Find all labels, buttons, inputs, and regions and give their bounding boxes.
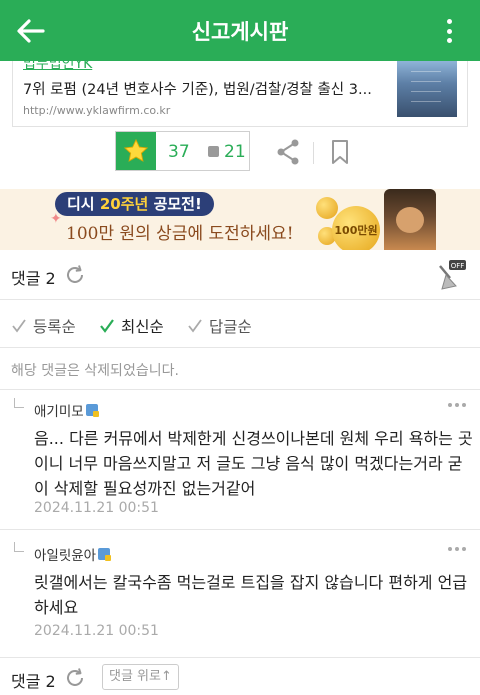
- sort-oldest[interactable]: 등록순: [11, 315, 76, 337]
- banner-top-label: 디시 20주년 공모전!: [55, 192, 214, 216]
- recommend-box: 37 21: [115, 131, 250, 171]
- ad-description: 7위 로펌 (24년 변호사수 기준), 법원/검찰/경찰 출신 3...: [23, 82, 372, 98]
- sort-newest[interactable]: 최신순: [99, 315, 164, 337]
- page-title: 신고게시판: [191, 20, 289, 44]
- comments-header: 댓글 2 OFF: [0, 250, 480, 300]
- scrap-icon[interactable]: [208, 146, 219, 157]
- ad-building-image: [397, 61, 457, 117]
- comment-count-label: 댓글 2: [11, 269, 56, 288]
- share-icon[interactable]: [275, 138, 301, 166]
- check-icon: [188, 319, 202, 333]
- comment-sort-bar: 등록순 최신순 답글순: [0, 300, 480, 348]
- banner-main-text: 100만 원의 상금에 도전하세요!: [66, 224, 294, 244]
- sort-replies[interactable]: 답글순: [187, 315, 252, 337]
- divider: [313, 142, 314, 164]
- ad-card[interactable]: 법무법인YK 7위 로펌 (24년 변호사수 기준), 법원/검찰/경찰 출신 …: [12, 61, 468, 127]
- comment-count-label: 댓글 2: [11, 672, 56, 691]
- reply-body: 릿갤에서는 칼국수좀 먹는걸로 트집을 잡지 않습니다 편하게 언급하세요: [34, 573, 468, 617]
- reply-indent-icon: [14, 398, 24, 408]
- sparkle-icon: ✦: [50, 211, 62, 227]
- reply-nickname[interactable]: 아일릿윤아: [34, 544, 112, 564]
- reply-item: 애기미모 음... 다른 커뮤에서 박제한게 신경쓰이나본데 원체 우리 욕하는…: [0, 390, 480, 530]
- coin-icon: [316, 197, 338, 219]
- app-header: 신고게시판: [0, 0, 480, 61]
- refresh-icon[interactable]: [64, 264, 86, 286]
- check-icon: [100, 319, 114, 333]
- star-icon: [123, 138, 149, 162]
- recommend-button[interactable]: [116, 132, 156, 170]
- banner-person-image: [384, 189, 436, 250]
- reply-more-icon[interactable]: [448, 547, 466, 551]
- ad-url: http://www.yklawfirm.co.kr: [23, 104, 171, 117]
- deleted-comment: 해당 댓글은 삭제되었습니다.: [0, 348, 480, 390]
- check-icon: [12, 319, 26, 333]
- reply-body: 음... 다른 커뮤에서 박제한게 신경쓰이나본데 원체 우리 욕하는 곳이니 …: [34, 429, 473, 498]
- reply-more-icon[interactable]: [448, 403, 466, 407]
- ad-headline[interactable]: 법무법인YK: [23, 61, 92, 73]
- member-badge-icon: [98, 548, 112, 561]
- scroll-to-comments-button[interactable]: 댓글 위로↑: [102, 664, 179, 690]
- more-menu-icon[interactable]: [436, 17, 462, 45]
- reply-timestamp: 2024.11.21 00:51: [34, 500, 159, 516]
- reply-timestamp: 2024.11.21 00:51: [34, 623, 159, 639]
- refresh-icon[interactable]: [64, 667, 86, 689]
- prize-coin: 100만원: [332, 206, 380, 250]
- broom-off-icon[interactable]: OFF: [436, 260, 466, 290]
- scrap-count: 21: [224, 142, 246, 162]
- svg-text:OFF: OFF: [451, 262, 465, 270]
- reply-indent-icon: [14, 542, 24, 552]
- reply-item: 아일릿윤아 릿갤에서는 칼국수좀 먹는걸로 트집을 잡지 않습니다 편하게 언급…: [0, 530, 480, 658]
- bookmark-icon[interactable]: [330, 139, 350, 165]
- recommend-count: 37: [168, 142, 190, 162]
- comments-footer: 댓글 2 댓글 위로↑: [0, 658, 480, 695]
- promo-banner[interactable]: 디시 20주년 공모전! ✦ 100만 원의 상금에 도전하세요! 100만원: [0, 189, 480, 250]
- reply-nickname[interactable]: 애기미모: [34, 400, 99, 420]
- member-badge-icon: [85, 404, 99, 417]
